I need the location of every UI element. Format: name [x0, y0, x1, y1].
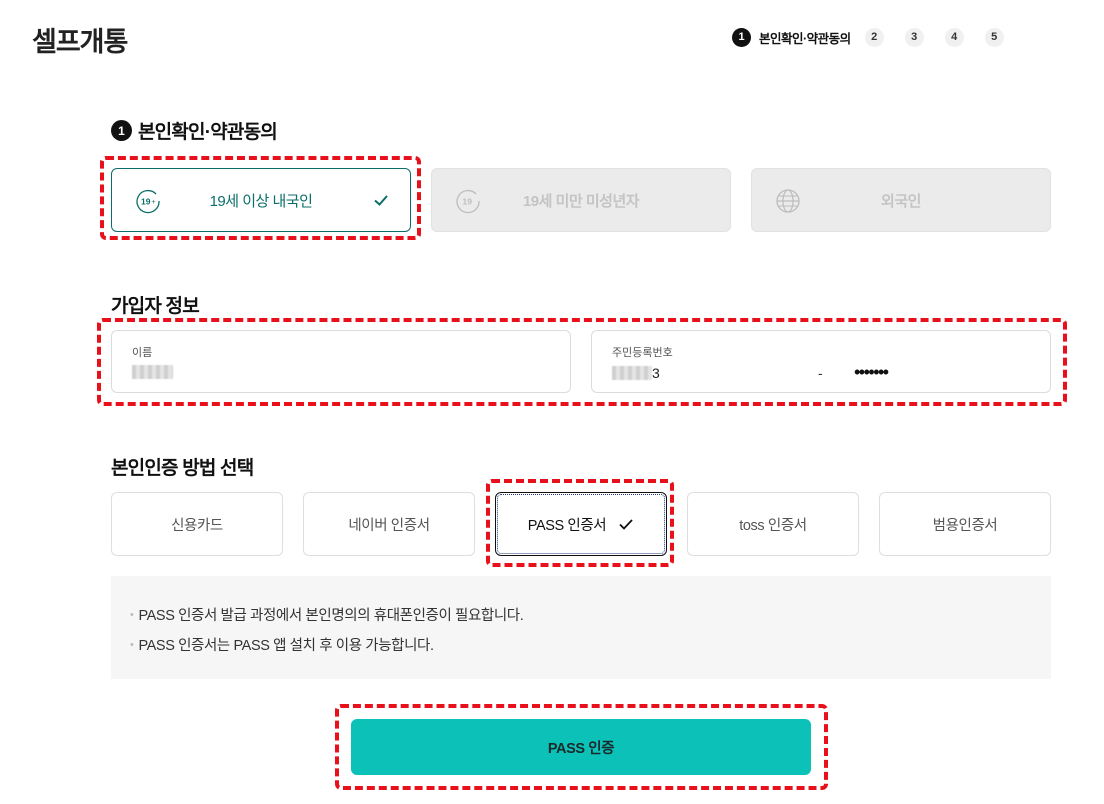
section-number-badge: 1: [111, 120, 132, 141]
section-title-auth-method: 본인인증 방법 선택: [111, 458, 254, 479]
rrn-front-input[interactable]: 3: [612, 365, 660, 381]
customer-type-label: 외국인: [881, 192, 921, 210]
name-field[interactable]: 이름: [111, 330, 571, 393]
step-3-indicator: 3: [904, 27, 924, 47]
auth-method-toss[interactable]: toss 인증서: [687, 492, 859, 556]
rrn-front-visible-digit: 3: [652, 365, 660, 381]
rrn-field[interactable]: 주민등록번호 3 - •••••••: [591, 330, 1051, 393]
check-icon: [619, 519, 633, 530]
name-field-value: [132, 365, 173, 379]
customer-type-adult-domestic[interactable]: 19 + 19세 이상 내국인: [111, 168, 411, 232]
progress-stepper: 1 본인확인·약관동의 2 3 4 5: [732, 27, 1004, 47]
redacted-rrn-front: [612, 366, 652, 380]
step-2-indicator: 2: [864, 27, 884, 47]
auth-method-general-certificate[interactable]: 범용인증서: [879, 492, 1051, 556]
section-title-verification: 1 본인확인·약관동의: [111, 117, 278, 144]
rrn-field-label: 주민등록번호: [612, 347, 673, 359]
auth-method-label: PASS 인증서: [527, 517, 607, 534]
customer-type-label: 19세 미만 미성년자: [522, 192, 640, 210]
auth-method-pass[interactable]: PASS 인증서: [495, 492, 667, 556]
check-icon: [374, 195, 388, 206]
step-1-label: 본인확인·약관동의: [759, 31, 851, 46]
name-field-label: 이름: [132, 347, 153, 359]
step-4-indicator: 4: [944, 27, 964, 47]
section-title-subscriber: 가입자 정보: [111, 296, 200, 317]
step-5-indicator: 5: [984, 27, 1004, 47]
pass-auth-button[interactable]: PASS 인증: [351, 719, 811, 775]
page-title: 셀프개통: [32, 27, 128, 57]
customer-type-minor[interactable]: 19 19세 미만 미성년자: [431, 168, 731, 232]
rrn-back-input[interactable]: •••••••: [854, 362, 889, 383]
step-1-indicator: 1: [732, 27, 751, 47]
section-title-text: 본인확인·약관동의: [138, 122, 278, 143]
auth-method-credit-card[interactable]: 신용카드: [111, 492, 283, 556]
customer-type-label: 19세 이상 내국인: [209, 192, 313, 210]
notice-item: • PASS 인증서 발급 과정에서 본인명의의 휴대폰인증이 필요합니다.: [130, 608, 524, 624]
customer-type-foreigner[interactable]: 외국인: [751, 168, 1051, 232]
notice-box: • PASS 인증서 발급 과정에서 본인명의의 휴대폰인증이 필요합니다. • P…: [111, 576, 1051, 679]
notice-item: • PASS 인증서는 PASS 앱 설치 후 이용 가능합니다.: [130, 638, 434, 654]
rrn-separator: -: [818, 365, 823, 381]
auth-method-naver[interactable]: 네이버 인증서: [303, 492, 475, 556]
redacted-name: [132, 365, 173, 379]
